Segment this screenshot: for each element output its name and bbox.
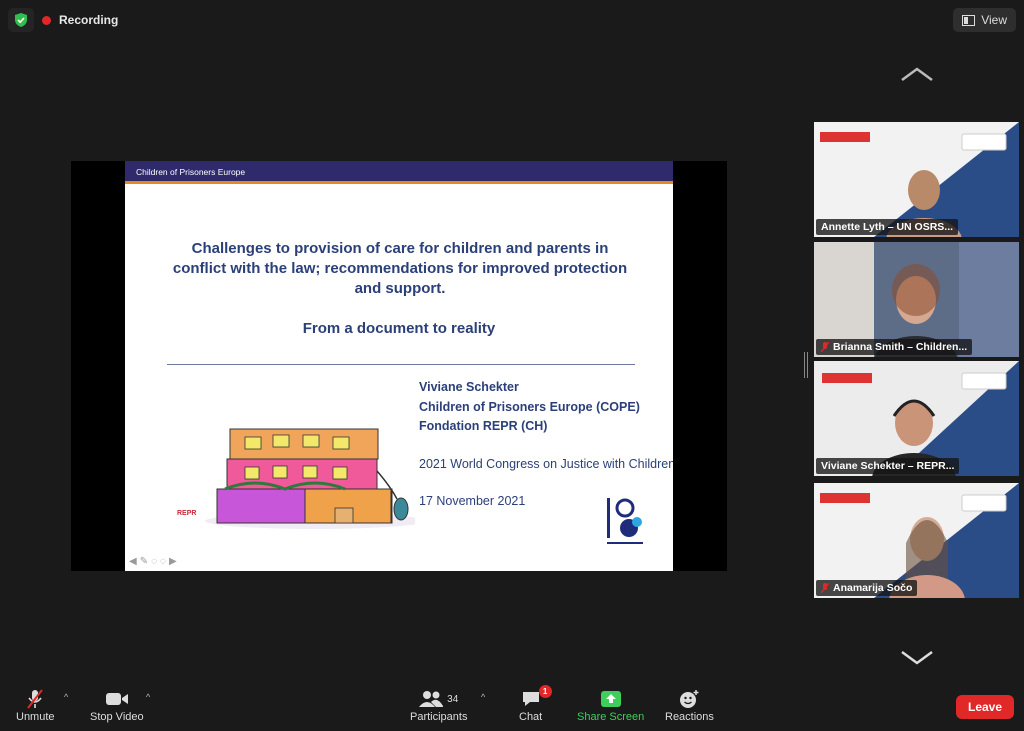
speaker-foundation: Fondation REPR (CH)	[419, 419, 548, 433]
emoji-reactions-icon	[680, 690, 699, 708]
chat-label: Chat	[519, 711, 543, 723]
share-screen-icon	[600, 691, 621, 707]
pen-icon[interactable]: ✎	[140, 556, 148, 567]
presentation-date: 17 November 2021	[419, 494, 526, 508]
stop-video-button[interactable]: Stop Video	[90, 687, 144, 723]
next-slide-icon[interactable]: ▶	[169, 556, 177, 567]
panel-resize-handle[interactable]	[804, 352, 808, 378]
reactions-label: Reactions	[665, 711, 714, 723]
participants-label: Participants	[410, 711, 468, 723]
speaker-block: Viviane Schekter Children of Prisoners E…	[419, 378, 640, 437]
participant-tile[interactable]: Brianna Smith – Children...	[814, 242, 1019, 357]
chat-button[interactable]: 1 Chat	[519, 685, 552, 723]
view-button-label: View	[981, 13, 1007, 27]
grid-view-icon	[962, 14, 976, 26]
leave-button[interactable]: Leave	[956, 695, 1014, 719]
participant-tile[interactable]: Annette Lyth – UN OSRS...	[814, 122, 1019, 237]
video-options-caret-icon[interactable]: ^	[146, 692, 150, 702]
more-icon[interactable]: ◌	[160, 556, 166, 567]
presentation-slide: Children of Prisoners Europe Challenges …	[125, 161, 673, 571]
security-shield-icon[interactable]	[8, 8, 34, 32]
participant-name: Brianna Smith – Children...	[833, 341, 968, 353]
share-screen-label: Share Screen	[577, 711, 645, 723]
speaker-name: Viviane Schekter	[419, 380, 519, 394]
participant-name: Annette Lyth – UN OSRS...	[821, 221, 954, 233]
chat-unread-badge: 1	[538, 685, 552, 698]
repr-logo: REPR	[177, 510, 197, 517]
participants-options-caret-icon[interactable]: ^	[481, 692, 485, 702]
participant-name-tag: Anamarija Sočo	[816, 580, 918, 596]
muted-mic-icon	[821, 342, 829, 352]
recording-dot-icon	[42, 15, 51, 25]
participants-count: 34	[447, 693, 459, 705]
scroll-up-chevron-icon[interactable]	[900, 66, 934, 82]
recording-label: Recording	[59, 13, 119, 27]
slide-divider	[167, 364, 635, 365]
speaker-org: Children of Prisoners Europe (COPE)	[419, 399, 640, 414]
stop-video-label: Stop Video	[90, 711, 144, 723]
unmute-label: Unmute	[16, 711, 55, 723]
prev-slide-icon[interactable]: ◀	[129, 556, 137, 567]
participant-tile-active-speaker[interactable]: Viviane Schekter – REPR...	[814, 361, 1019, 476]
reactions-button[interactable]: Reactions	[665, 687, 714, 723]
cope-logo-icon	[607, 498, 643, 544]
muted-mic-icon	[27, 689, 44, 709]
muted-mic-icon	[821, 583, 829, 593]
meeting-toolbar: Unmute ^ Stop Video ^ 34 Participants ^ …	[0, 682, 1024, 731]
view-button[interactable]: View	[953, 8, 1016, 32]
slide-navigation[interactable]: ◀ ✎ ◌ ◌ ▶	[129, 556, 177, 567]
slide-header: Children of Prisoners Europe	[125, 161, 673, 181]
participants-button[interactable]: 34 Participants	[410, 687, 467, 723]
menu-icon[interactable]: ◌	[151, 556, 157, 567]
child-drawing-illustration	[205, 428, 415, 529]
participants-icon	[419, 691, 444, 707]
participant-name-tag: Viviane Schekter – REPR...	[816, 458, 960, 474]
participant-name: Anamarija Sočo	[833, 582, 913, 594]
audio-options-caret-icon[interactable]: ^	[64, 692, 68, 702]
congress-name: 2021 World Congress on Justice with Chil…	[419, 457, 673, 471]
slide-header-divider	[125, 181, 673, 184]
scroll-down-chevron-icon[interactable]	[900, 650, 934, 666]
recording-indicator[interactable]: Recording	[8, 8, 118, 32]
participant-tile[interactable]: Anamarija Sočo	[814, 483, 1019, 598]
chat-bubble-icon	[522, 692, 539, 706]
unmute-button[interactable]: Unmute	[16, 687, 55, 723]
share-screen-button[interactable]: Share Screen	[577, 687, 644, 723]
video-camera-icon	[105, 693, 128, 705]
shared-screen[interactable]: Children of Prisoners Europe Challenges …	[71, 161, 727, 571]
slide-subtitle: From a document to reality	[302, 320, 496, 337]
slide-title: Challenges to provision of care for chil…	[172, 240, 628, 297]
participant-name-tag: Brianna Smith – Children...	[816, 339, 973, 355]
participant-name-tag: Annette Lyth – UN OSRS...	[816, 219, 959, 235]
participant-name: Viviane Schekter – REPR...	[821, 460, 955, 472]
